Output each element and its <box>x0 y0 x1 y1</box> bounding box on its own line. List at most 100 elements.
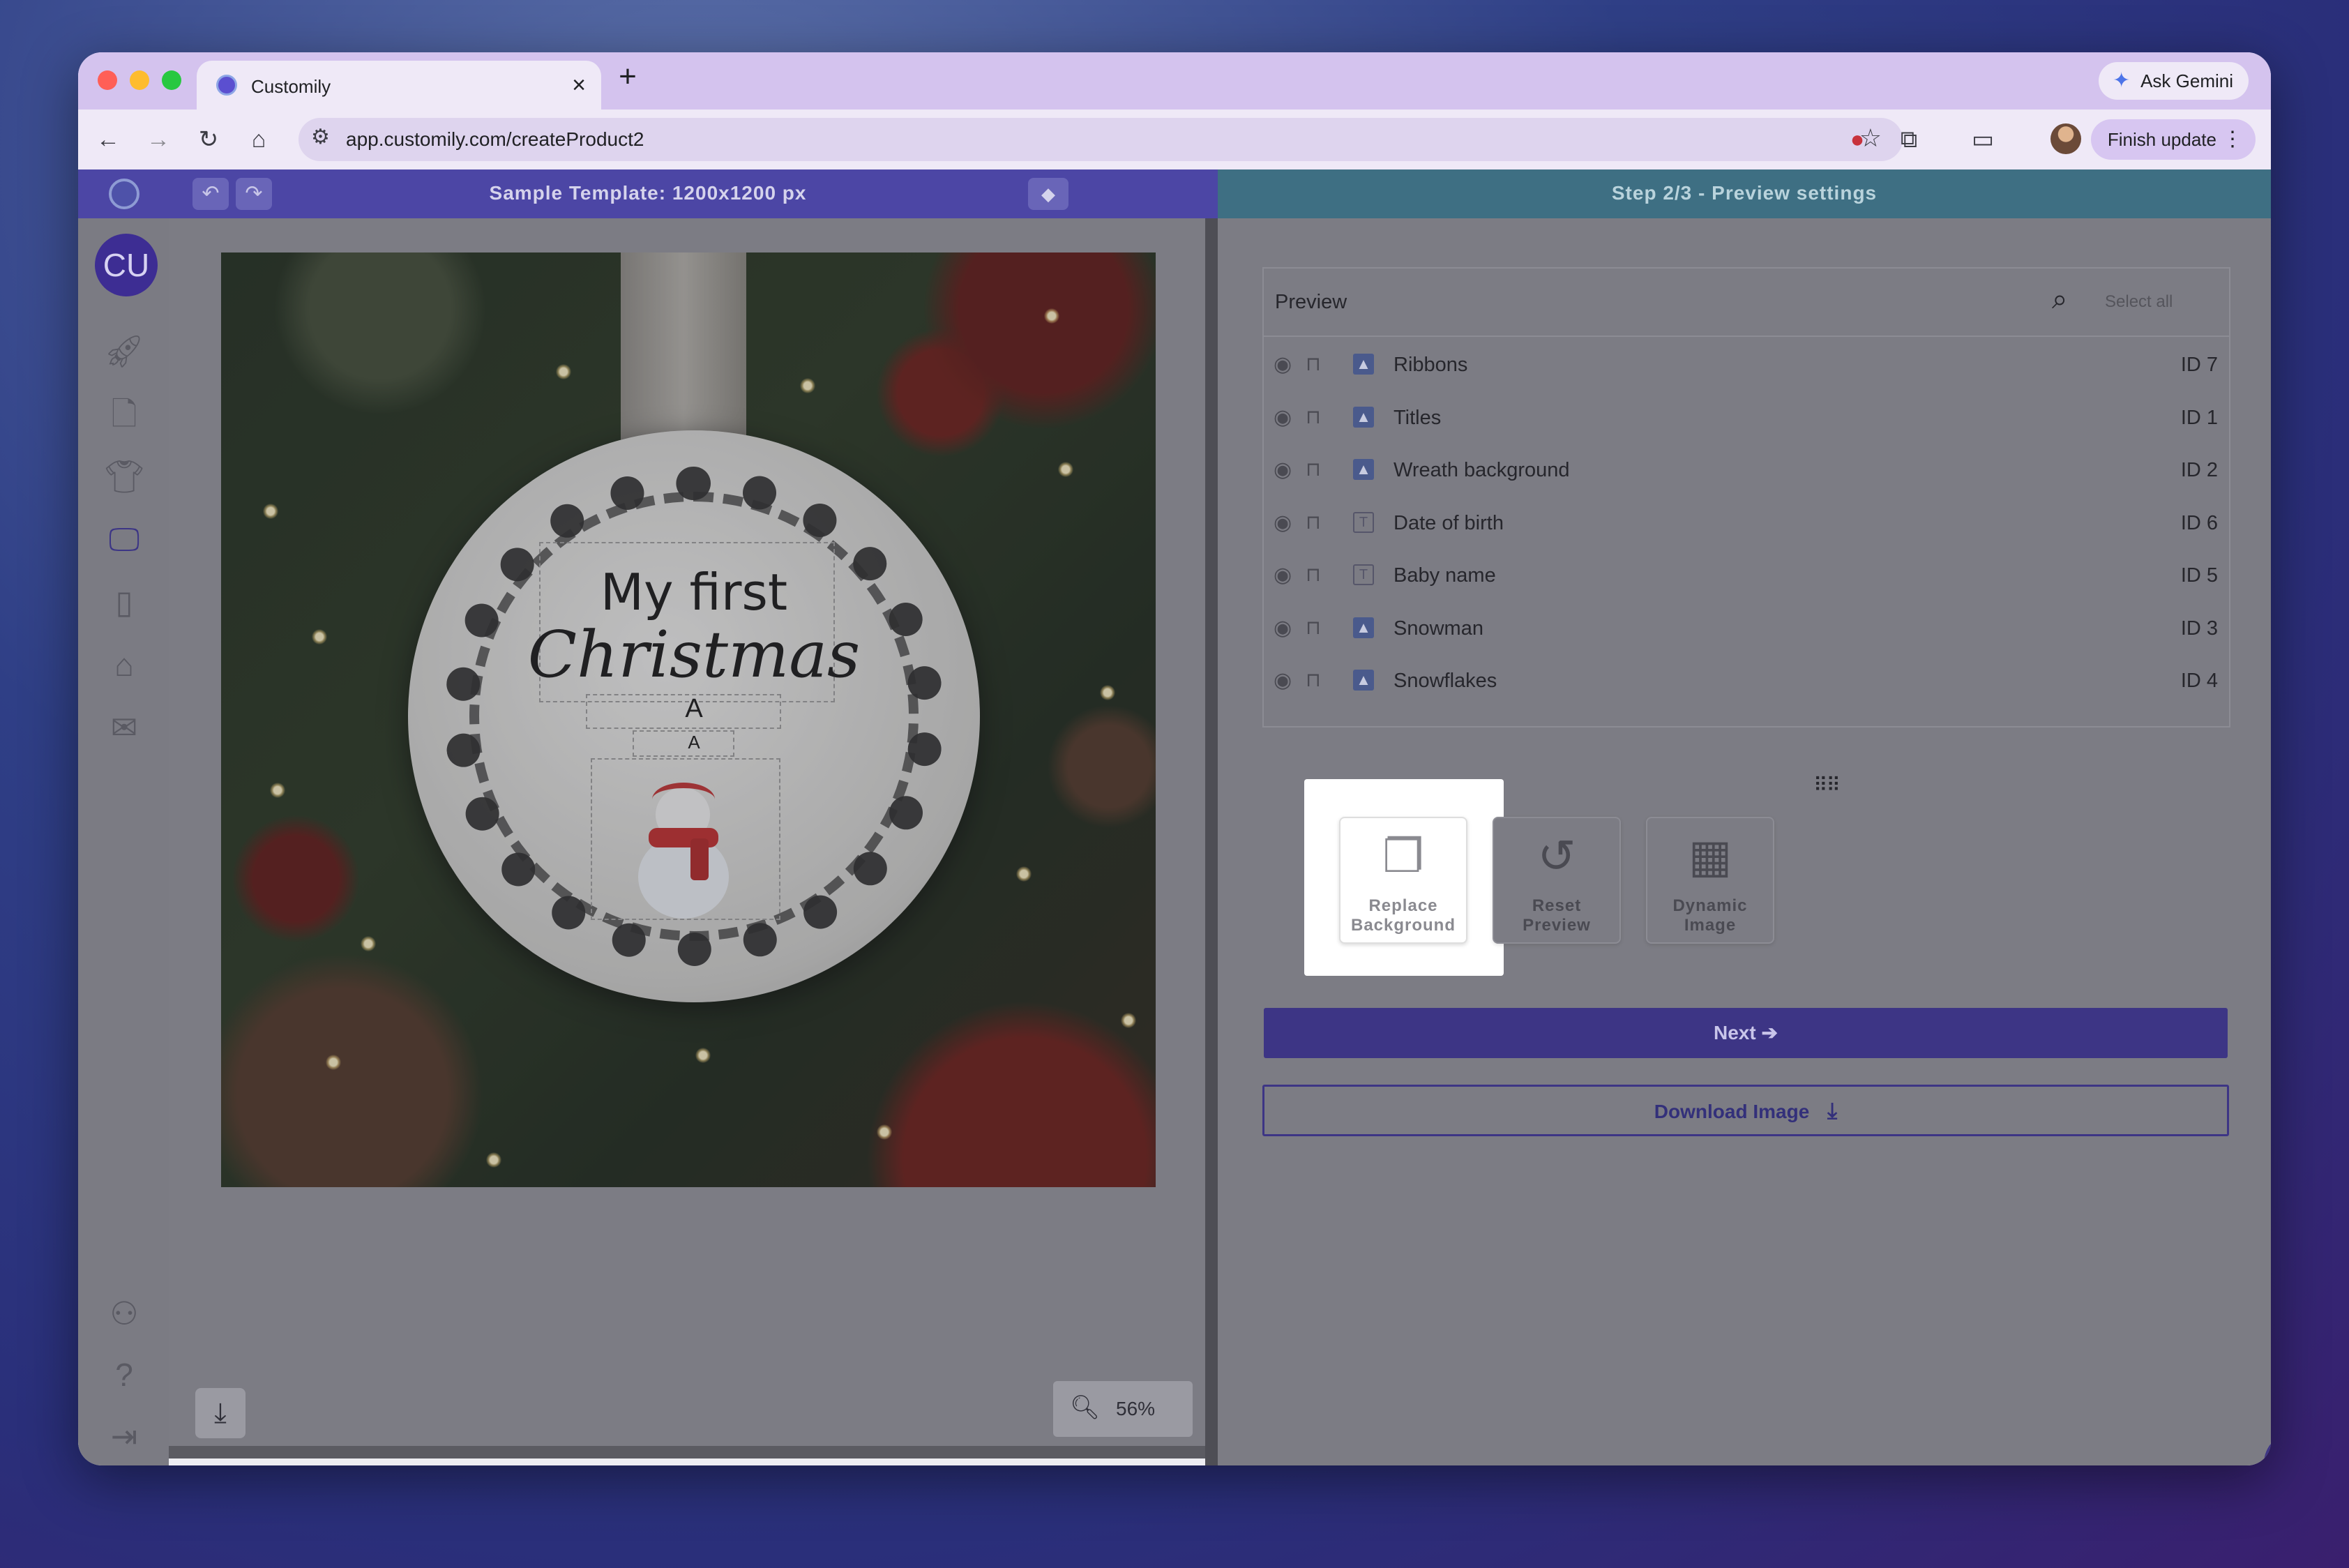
layer-id: ID 1 <box>2180 406 2218 429</box>
next-button[interactable]: Next ➔ <box>1264 1008 2228 1058</box>
tab-title: Customily <box>251 76 331 97</box>
download-image-button[interactable]: Download Image ⤓ <box>1262 1085 2229 1136</box>
tag-button[interactable]: ◆ <box>1028 178 1068 210</box>
layer-id: ID 5 <box>2180 564 2218 587</box>
extensions-puzzle-icon[interactable]: ⧉ <box>1894 125 1924 154</box>
file-icon[interactable]: 🗋 <box>103 393 145 435</box>
unlock-icon[interactable]: ⊓ <box>1306 616 1321 639</box>
download-image-label: Download Image <box>1654 1101 1810 1122</box>
gemini-sparkle-icon: ✦ <box>2113 69 2131 92</box>
profile-avatar[interactable] <box>2050 123 2081 154</box>
tshirt-icon[interactable]: 👕︎ <box>103 455 145 497</box>
unlock-icon[interactable]: ⊓ <box>1306 405 1321 428</box>
dynamic-image-line1: Dynamic <box>1672 896 1748 915</box>
layer-name: Snowman <box>1393 617 1483 640</box>
unlock-icon[interactable]: ⊓ <box>1306 352 1321 375</box>
visibility-eye-icon[interactable]: ◉ <box>1274 563 1292 587</box>
layer-row[interactable]: ◉ ⊓ T Baby name ID 5 <box>1264 550 2229 602</box>
image-layer-icon: ▲ <box>1353 406 1374 428</box>
download-icon: ⤓ <box>1827 1098 1838 1123</box>
address-bar[interactable]: ⚙ app.customily.com/createProduct2 ☆ <box>299 118 1903 161</box>
sidebar: CU 🚀︎ 🗋 👕︎ 🖵 ▯ ⌂ ✉ ⚇ ? ⇥ <box>78 218 169 1465</box>
customily-favicon-icon <box>216 75 237 96</box>
minimize-window-button[interactable] <box>130 70 149 90</box>
layer-row[interactable]: ◉ ⊓ ▲ Snowman ID 3 <box>1264 603 2229 655</box>
zoom-search-icon: 🔍︎ <box>1070 1394 1101 1421</box>
tab-customily[interactable]: Customily × <box>197 61 601 110</box>
layer-row[interactable]: ◉ ⊓ T Date of birth ID 6 <box>1264 498 2229 550</box>
layer-name: Snowflakes <box>1393 670 1497 692</box>
extension-red-icon[interactable]: ● <box>1843 125 1872 154</box>
close-window-button[interactable] <box>98 70 117 90</box>
user-avatar[interactable]: CU <box>95 234 158 296</box>
unlock-icon[interactable]: ⊓ <box>1306 563 1321 586</box>
visibility-eye-icon[interactable]: ◉ <box>1274 511 1292 535</box>
dynamic-image-button[interactable]: ▦ Dynamic Image <box>1646 817 1774 944</box>
layer-id: ID 4 <box>2180 670 2218 692</box>
visibility-eye-icon[interactable]: ◉ <box>1274 458 1292 482</box>
next-label: Next <box>1714 1022 1756 1043</box>
layer-id: ID 6 <box>2180 511 2218 534</box>
layer-name: Wreath background <box>1393 459 1570 481</box>
maximize-window-button[interactable] <box>162 70 181 90</box>
visibility-eye-icon[interactable]: ◉ <box>1274 668 1292 693</box>
home-icon[interactable]: ⌂ <box>240 121 278 158</box>
logout-icon[interactable]: ⇥ <box>103 1415 145 1457</box>
tab-close-icon[interactable]: × <box>572 72 586 99</box>
layer-id: ID 7 <box>2180 354 2218 376</box>
reset-preview-line1: Reset <box>1532 896 1582 915</box>
zoom-level: 56% <box>1116 1398 1156 1419</box>
reload-icon[interactable]: ↻ <box>190 121 227 158</box>
back-icon[interactable]: ← <box>89 121 127 158</box>
download-icon[interactable]: ⤓ <box>195 1388 246 1438</box>
replace-background-line2: Background <box>1350 916 1456 935</box>
layer-row[interactable]: ◉ ⊓ ▲ Ribbons ID 7 <box>1264 340 2229 391</box>
select-all-link[interactable]: Select all <box>2105 292 2173 312</box>
vertical-scrollbar[interactable] <box>1205 218 1218 1465</box>
user-settings-icon[interactable]: ⚇ <box>103 1292 145 1334</box>
store-icon[interactable]: ⌂ <box>103 644 145 686</box>
unlock-icon[interactable]: ⊓ <box>1306 458 1321 481</box>
inbox-icon[interactable]: ✉ <box>103 707 145 748</box>
visibility-eye-icon[interactable]: ◉ <box>1274 616 1292 640</box>
image-layer-icon: ▲ <box>1353 617 1374 638</box>
book-icon[interactable]: ▯ <box>103 581 145 623</box>
drag-handle-icon[interactable]: ⠿⠿ <box>1813 774 1841 797</box>
step-header: Step 2/3 - Preview settings <box>1218 169 2271 218</box>
reset-preview-button[interactable]: ↺ Reset Preview <box>1493 817 1621 944</box>
visibility-eye-icon[interactable]: ◉ <box>1274 352 1292 377</box>
layer-row[interactable]: ◉ ⊓ ▲ Snowflakes ID 4 <box>1264 656 2229 707</box>
text-layer-icon: T <box>1353 511 1374 533</box>
product-preview-image[interactable]: My first Christmas A A <box>221 252 1156 1187</box>
url-text: app.customily.com/createProduct2 <box>346 128 644 150</box>
new-tab-button[interactable]: + <box>607 59 649 94</box>
site-settings-icon[interactable]: ⚙ <box>311 125 330 149</box>
preview-title: Preview <box>1275 291 1347 313</box>
layer-id: ID 3 <box>2180 617 2218 640</box>
editor-header: ↶ ↷ Sample Template: 1200x1200 px ◆ <box>78 169 1218 218</box>
tab-search-icon[interactable]: ▭ <box>1968 125 1997 154</box>
image-layer-icon: ▲ <box>1353 670 1374 691</box>
finish-update-button[interactable]: Finish update ⋮ <box>2090 119 2256 160</box>
zoom-control[interactable]: 🔍︎ 56% <box>1053 1381 1193 1437</box>
replace-background-button[interactable]: ❐ Replace Background <box>1339 817 1467 944</box>
layer-name: Baby name <box>1393 564 1496 587</box>
horizontal-scrollbar[interactable] <box>169 1446 1205 1458</box>
unlock-icon[interactable]: ⊓ <box>1306 511 1321 534</box>
rocket-icon[interactable]: 🚀︎ <box>103 330 145 372</box>
help-icon[interactable]: ? <box>103 1354 145 1396</box>
image-dim-overlay <box>221 252 1156 1187</box>
visibility-eye-icon[interactable]: ◉ <box>1274 405 1292 430</box>
ask-gemini-button[interactable]: ✦ Ask Gemini <box>2099 62 2249 100</box>
forward-icon[interactable]: → <box>139 121 177 158</box>
search-icon[interactable]: ⌕ <box>2052 284 2067 315</box>
layer-row[interactable]: ◉ ⊓ ▲ Titles ID 1 <box>1264 393 2229 444</box>
layer-row[interactable]: ◉ ⊓ ▲ Wreath background ID 2 <box>1264 445 2229 497</box>
display-icon[interactable]: 🖵 <box>103 518 145 560</box>
unlock-icon[interactable]: ⊓ <box>1306 668 1321 691</box>
image-grid-icon: ▦ <box>1688 830 1732 882</box>
reset-preview-label: Reset Preview <box>1494 896 1619 935</box>
preview-layers-box: Preview ⌕ Select all ◉ ⊓ ▲ Ribbons ID 7 ◉ ⊓ ▲ Ti… <box>1262 267 2230 728</box>
layer-name: Titles <box>1393 406 1442 429</box>
browser-toolbar: ← → ↻ ⌂ ⚙ app.customily.com/createProduc… <box>78 110 2271 169</box>
